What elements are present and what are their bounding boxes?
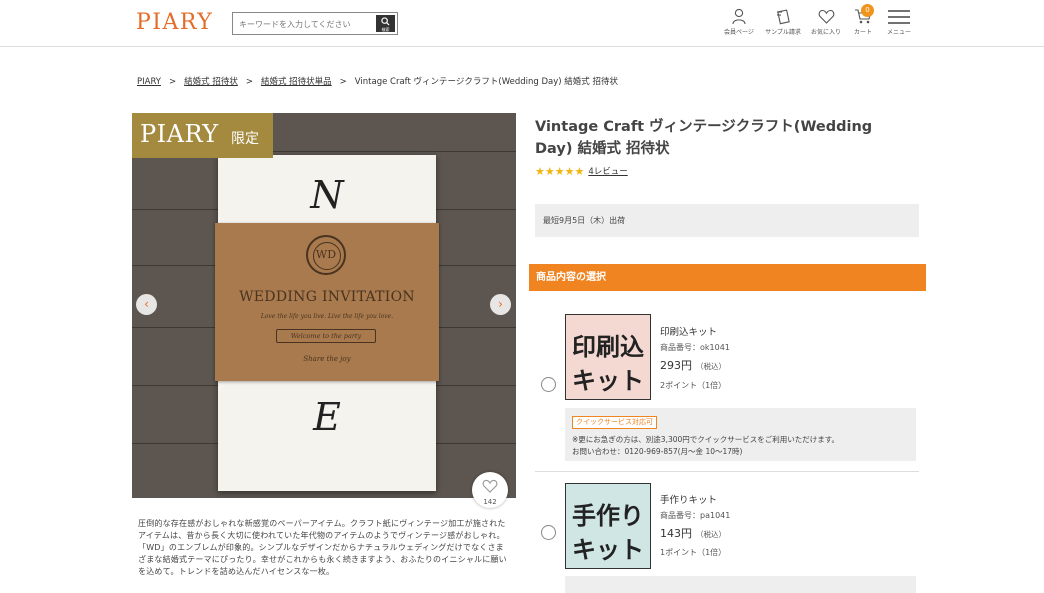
heart-icon <box>818 9 834 24</box>
sample-icon <box>777 9 790 25</box>
breadcrumb-separator: > <box>339 77 347 87</box>
breadcrumb-separator: > <box>245 77 253 87</box>
print-kit-price-row: 293円 （税込） <box>660 357 726 373</box>
kraft-band: WD WEDDING INVITATION Love the life you … <box>215 223 439 381</box>
quick-service-note: ※更にお急ぎの方は、別途3,300円でクイックサービスをご利用いただけます。 <box>572 435 840 444</box>
search-input[interactable] <box>239 16 373 32</box>
quick-service-tag: クイックサービス対応可 <box>572 416 657 429</box>
diy-kit-code: 商品番号：pa1041 <box>660 511 731 520</box>
diy-kit-image[interactable]: 手作り キット <box>565 483 651 569</box>
site-header: PIARY 検索 会員ページ サンプル請求 お気に入り 0 カート メニュー <box>0 0 1044 47</box>
search-button[interactable]: 検索 <box>376 15 395 32</box>
breadcrumb-single-items[interactable]: 結婚式 招待状単品 <box>261 77 332 87</box>
rating-stars-icon: ★★★★★ <box>535 165 585 178</box>
print-kit-price: 293円 <box>660 359 692 372</box>
hamburger-icon <box>888 10 910 24</box>
print-kit-tax: （税込） <box>696 362 726 371</box>
option-diy-kit-radio[interactable] <box>541 525 556 540</box>
card-ribbon: Welcome to the party <box>276 329 376 343</box>
favorite-count: 142 <box>483 498 497 506</box>
diy-kit-points: 1ポイント（1倍） <box>660 548 727 557</box>
print-kit-image-line1: 印刷込 <box>572 332 644 361</box>
breadcrumb-home[interactable]: PIARY <box>137 77 161 87</box>
option-divider <box>535 471 919 472</box>
card-bottom-initial: E <box>313 395 341 439</box>
badge-sub-text: 限定 <box>231 131 259 147</box>
nav-menu-label: メニュー <box>886 29 911 36</box>
chevron-right-icon: › <box>498 297 503 311</box>
card-subline: Share the joy <box>303 355 351 363</box>
wd-emblem-icon: WD <box>306 235 346 275</box>
quick-service-box-partial <box>565 576 916 593</box>
nav-menu[interactable]: メニュー <box>884 8 914 36</box>
print-kit-image-line2: キット <box>572 366 644 395</box>
print-kit-points: 2ポイント（1倍） <box>660 381 727 390</box>
option-print-kit-radio[interactable] <box>541 377 556 392</box>
search-box: 検索 <box>232 12 398 35</box>
product-image-gallery[interactable]: N WD WEDDING INVITATION Love the life yo… <box>132 113 516 498</box>
invitation-card-image: N WD WEDDING INVITATION Love the life yo… <box>215 155 439 491</box>
breadcrumb-separator: > <box>169 77 177 87</box>
diy-kit-tax: （税込） <box>696 530 726 539</box>
cart-count-badge: 0 <box>861 4 874 17</box>
nav-favorites-label: お気に入り <box>810 29 841 36</box>
gallery-next-button[interactable]: › <box>490 294 511 315</box>
selection-heading: 商品内容の選択 <box>529 264 926 291</box>
product-description: 圧倒的な存在感がおしゃれな新感覚のペーパーアイテム。クラフト紙にヴィンテージ加工… <box>138 519 507 576</box>
product-title: Vintage Craft ヴィンテージクラフト(Wedding Day) 結婚… <box>535 119 873 157</box>
breadcrumb-invitations[interactable]: 結婚式 招待状 <box>184 77 238 87</box>
nav-cart-label: カート <box>853 29 872 36</box>
search-icon <box>381 17 390 26</box>
site-logo[interactable]: PIARY <box>136 10 213 35</box>
quick-service-box: クイックサービス対応可 ※更にお急ぎの方は、別途3,300円でクイックサービスを… <box>565 408 916 461</box>
nav-favorites[interactable]: お気に入り <box>808 8 844 36</box>
quick-service-contact: お問い合わせ：0120-969-857(月〜金 10〜17時) <box>572 447 743 456</box>
diy-kit-name: 手作りキット <box>660 495 718 506</box>
user-icon <box>732 8 746 25</box>
piary-exclusive-badge: PIARY 限定 <box>132 113 273 158</box>
reviews-link[interactable]: 4レビュー <box>588 167 627 177</box>
print-kit-image[interactable]: 印刷込 キット <box>565 314 651 400</box>
badge-main-text: PIARY <box>140 120 219 148</box>
nav-member[interactable]: 会員ページ <box>721 8 757 36</box>
diy-kit-image-line2: キット <box>572 535 644 564</box>
favorite-button[interactable]: 142 <box>472 472 508 508</box>
card-title: WEDDING INVITATION <box>239 289 415 305</box>
chevron-left-icon: ‹ <box>144 297 149 311</box>
emblem-text: WD <box>315 248 337 261</box>
breadcrumb-current: Vintage Craft ヴィンテージクラフト(Wedding Day) 結婚… <box>354 77 618 87</box>
search-button-label: 検索 <box>381 27 390 32</box>
print-kit-name: 印刷込キット <box>660 327 718 338</box>
nav-sample[interactable]: サンプル請求 <box>762 8 804 36</box>
product-rating: ★★★★★ 4レビュー <box>535 165 628 178</box>
nav-member-label: 会員ページ <box>724 29 754 36</box>
diy-kit-image-line1: 手作り <box>572 501 644 530</box>
nav-cart[interactable]: 0 カート <box>850 4 876 36</box>
heart-icon <box>482 479 498 493</box>
print-kit-code: 商品番号：ok1041 <box>660 343 730 352</box>
diy-kit-price-row: 143円 （税込） <box>660 525 726 541</box>
card-top-initial: N <box>310 173 344 217</box>
diy-kit-price: 143円 <box>660 527 692 540</box>
card-script-line: Love the life you live. Live the life yo… <box>260 313 394 320</box>
nav-sample-label: サンプル請求 <box>765 29 801 36</box>
shipping-info: 最短9月5日（木）出荷 <box>535 204 919 237</box>
gallery-prev-button[interactable]: ‹ <box>136 294 157 315</box>
breadcrumb: PIARY > 結婚式 招待状 > 結婚式 招待状単品 > Vintage Craft ヴィ… <box>137 75 618 87</box>
